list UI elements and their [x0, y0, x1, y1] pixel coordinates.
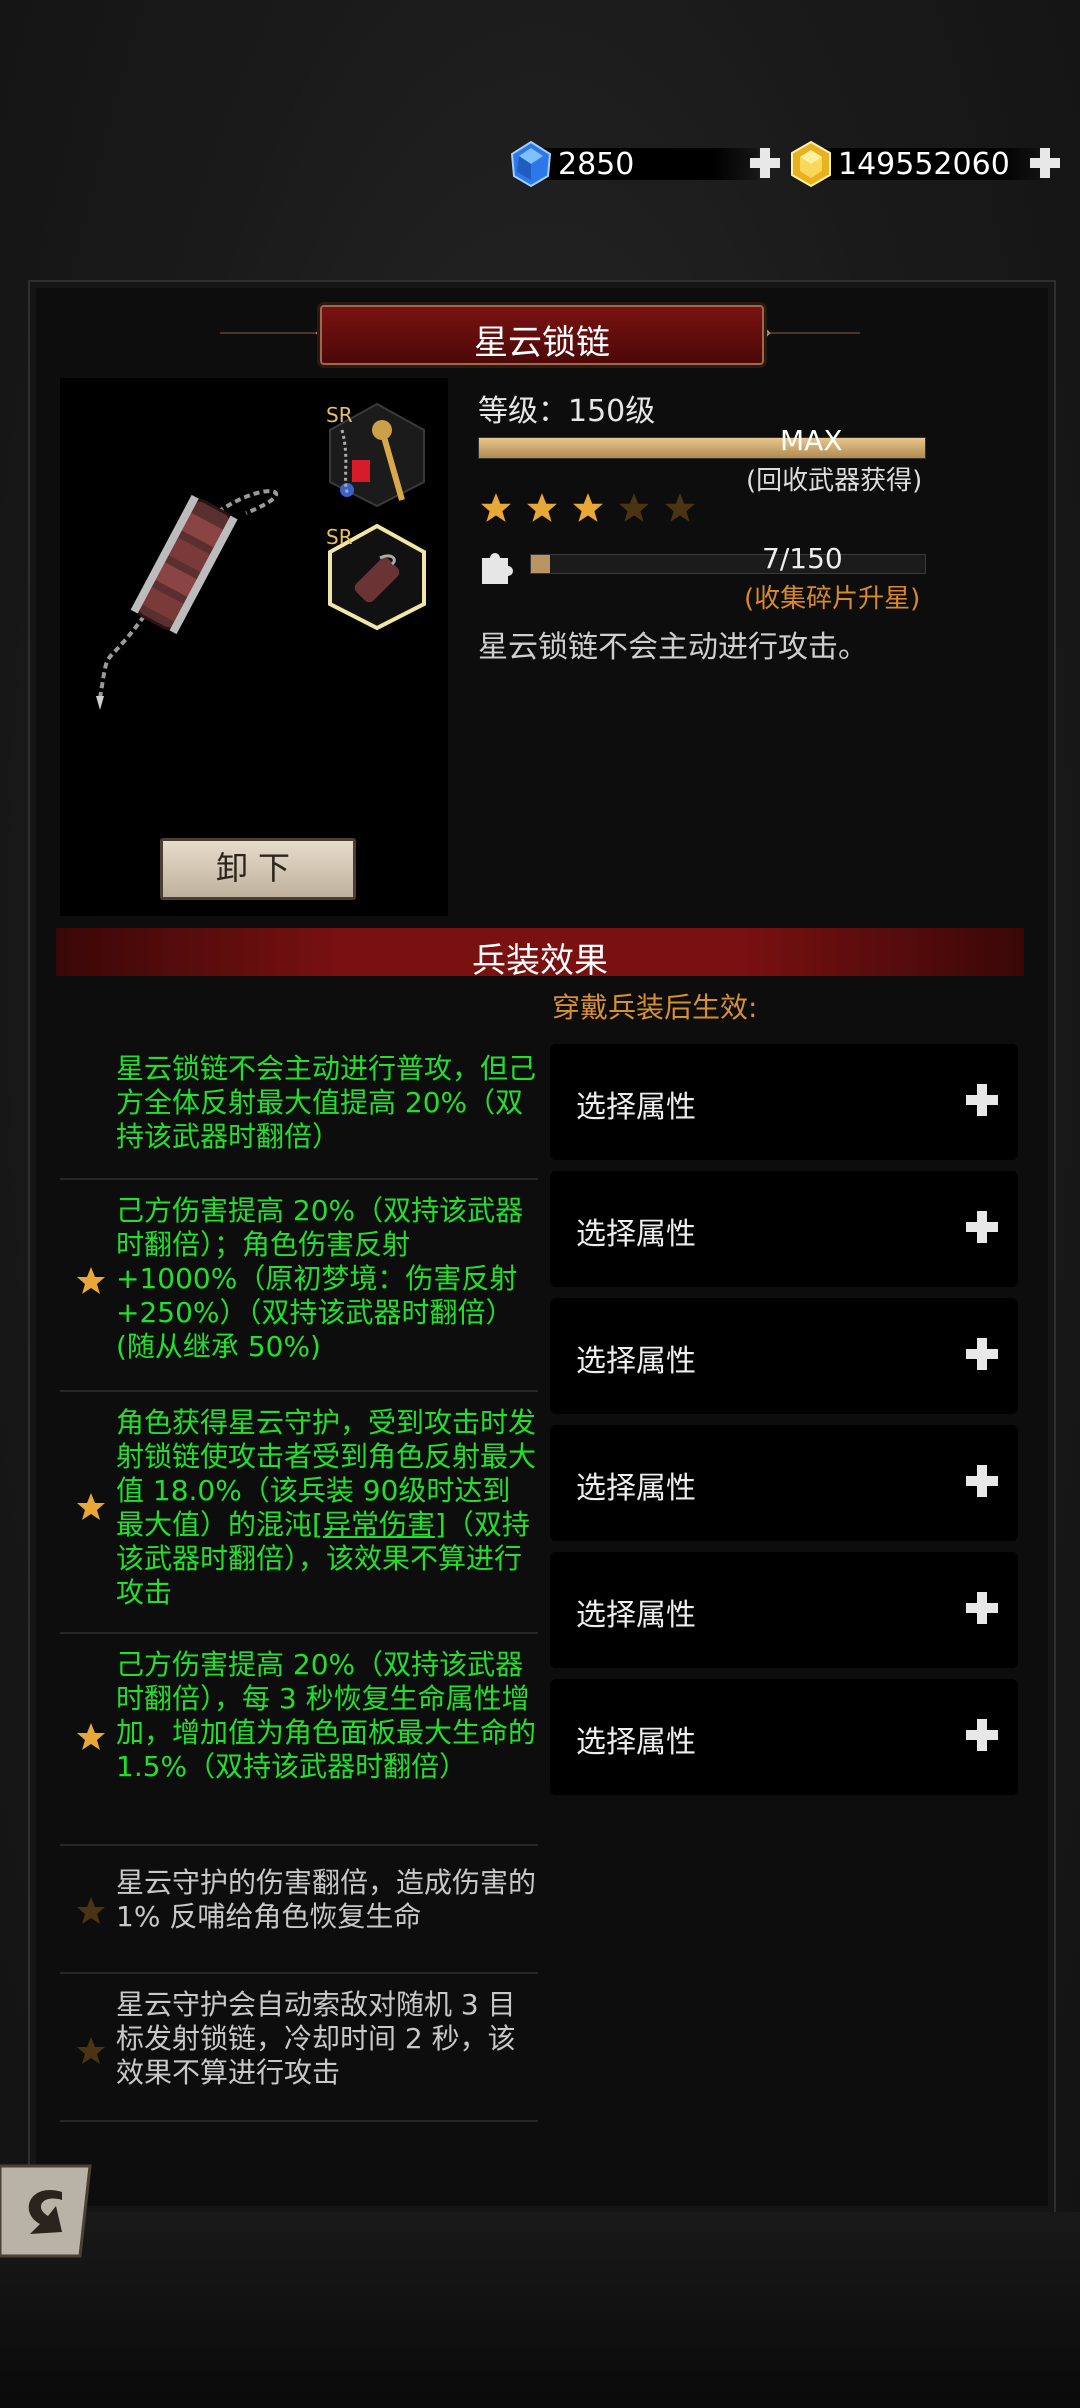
- equip-hint: 穿戴兵装后生效:: [552, 991, 758, 1024]
- effect-text: 己方伤害提高 20%（双持该武器时翻倍），每 3 秒恢复生命属性增加，增加值为角…: [116, 1648, 537, 1783]
- recycle-hint: (回收武器获得): [746, 466, 923, 496]
- effect-text: 星云锁链不会主动进行普攻，但己方全体反射最大值提高 20%（双持该武器时翻倍）: [116, 1052, 537, 1153]
- effect-row-3: 角色获得星云守护，受到攻击时发射锁链使攻击者受到角色反射最大值 18.0%（该兵…: [60, 1392, 538, 1634]
- star-icon: [77, 1267, 105, 1294]
- plus-icon[interactable]: [964, 1590, 1000, 1626]
- star-rating: [480, 492, 696, 524]
- attribute-slot-1[interactable]: 选择属性: [550, 1044, 1018, 1160]
- select-attribute-label: 选择属性: [576, 1725, 696, 1760]
- add-gems-icon[interactable]: [748, 146, 782, 180]
- select-attribute-label: 选择属性: [576, 1471, 696, 1506]
- effect-text: 角色获得星云守护，受到攻击时发射锁链使攻击者受到角色反射最大值 18.0%（该兵…: [116, 1406, 538, 1610]
- gold-currency: 149552060: [788, 138, 1060, 190]
- back-arrow-icon[interactable]: [0, 2162, 96, 2260]
- bottom-background: [0, 2212, 1080, 2408]
- weapon-level: 等级：150级: [478, 394, 656, 429]
- weapon-title-banner: 星云锁链: [320, 305, 764, 365]
- effect-row-5: 星云守护的伤害翻倍，造成伤害的 1% 反哺给角色恢复生命: [60, 1846, 538, 1974]
- gem-currency: 2850: [508, 138, 780, 190]
- plus-icon[interactable]: [964, 1463, 1000, 1499]
- star-icon: [77, 2037, 105, 2064]
- fragment-count: 7/150: [762, 542, 843, 575]
- plus-icon[interactable]: [964, 1336, 1000, 1372]
- effect-text: 己方伤害提高 20%（双持该武器时翻倍）；角色伤害反射 +1000%（原初梦境：…: [116, 1194, 524, 1363]
- effect-row-4: 己方伤害提高 20%（双持该武器时翻倍），每 3 秒恢复生命属性增加，增加值为角…: [60, 1634, 538, 1846]
- add-gold-icon[interactable]: [1028, 146, 1062, 180]
- select-attribute-label: 选择属性: [576, 1090, 696, 1125]
- weapon-title: 星云锁链: [474, 323, 610, 363]
- effect-row-1: 星云锁链不会主动进行普攻，但己方全体反射最大值提高 20%（双持该武器时翻倍）: [60, 1036, 538, 1180]
- puzzle-fragment-icon: [482, 553, 513, 584]
- select-attribute-label: 选择属性: [576, 1217, 696, 1252]
- star-icon: [77, 1897, 105, 1924]
- star-filled-icon: [527, 493, 557, 522]
- attribute-slot-4[interactable]: 选择属性: [550, 1425, 1018, 1541]
- weapon-preview: SR SR: [60, 378, 448, 916]
- plus-icon[interactable]: [964, 1209, 1000, 1245]
- fragment-progress-bar: [530, 554, 926, 574]
- star-icon: [77, 1723, 105, 1750]
- section-title: 兵装效果: [472, 941, 608, 981]
- level-progress-bar: [478, 437, 926, 459]
- blue-gem-icon: [510, 140, 552, 188]
- select-attribute-label: 选择属性: [576, 1598, 696, 1633]
- abnormal-damage-link[interactable]: 异常伤害: [323, 1508, 435, 1541]
- effect-text: 星云守护会自动索敌对随机 3 目标发射锁链，冷却时间 2 秒，该效果不算进行攻击: [116, 1988, 516, 2089]
- sr-badge: SR: [326, 525, 353, 549]
- plus-icon[interactable]: [964, 1082, 1000, 1118]
- sr-weapon-icon[interactable]: SR: [322, 400, 432, 510]
- attribute-slot-3[interactable]: 选择属性: [550, 1298, 1018, 1414]
- attribute-slot-5[interactable]: 选择属性: [550, 1552, 1018, 1668]
- attribute-slot-6[interactable]: 选择属性: [550, 1679, 1018, 1795]
- level-max-label: MAX: [780, 424, 843, 457]
- sr-equipped-weapon-icon[interactable]: SR: [322, 520, 432, 632]
- star-filled-icon: [481, 493, 511, 522]
- star-icon: [77, 1493, 105, 1520]
- effect-text: 星云守护的伤害翻倍，造成伤害的 1% 反哺给角色恢复生命: [116, 1866, 537, 1933]
- attribute-slot-2[interactable]: 选择属性: [550, 1171, 1018, 1287]
- star-empty-icon: [619, 493, 649, 522]
- effect-row-6: 星云守护会自动索敌对随机 3 目标发射锁链，冷却时间 2 秒，该效果不算进行攻击: [60, 1974, 538, 2122]
- star-filled-icon: [573, 493, 603, 522]
- fragment-hint: (收集碎片升星): [744, 584, 921, 614]
- effect-row-2: 己方伤害提高 20%（双持该武器时翻倍）；角色伤害反射 +1000%（原初梦境：…: [60, 1180, 538, 1392]
- weapon-description: 星云锁链不会主动进行攻击。: [478, 630, 868, 665]
- gold-gem-icon: [791, 140, 831, 188]
- title-divider-left: [220, 332, 330, 334]
- star-empty-icon: [665, 493, 695, 522]
- plus-icon[interactable]: [964, 1717, 1000, 1753]
- select-attribute-label: 选择属性: [576, 1344, 696, 1379]
- equipment-effects-header: 兵装效果: [56, 928, 1024, 981]
- sr-badge: SR: [326, 403, 353, 427]
- unequip-button[interactable]: 卸下: [160, 838, 356, 900]
